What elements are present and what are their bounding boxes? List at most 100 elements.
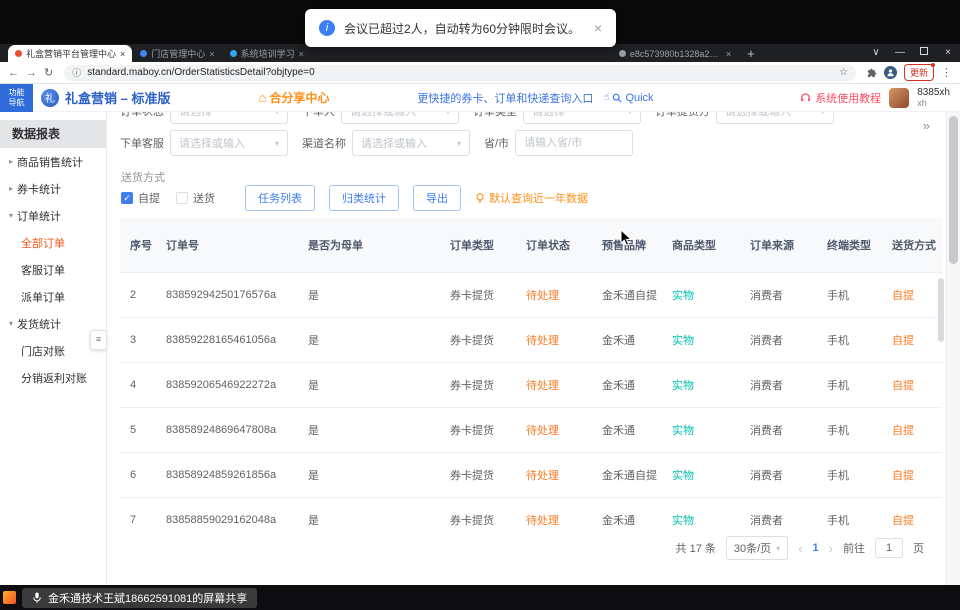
table-cell: 金禾通 <box>592 318 662 363</box>
filter-select[interactable]: 请选择或输入▾ <box>170 130 288 156</box>
category-stats-button[interactable]: 归类统计 <box>329 185 399 211</box>
bookmark-star-icon[interactable]: ☆ <box>839 67 848 78</box>
site-info-icon[interactable]: ⓘ <box>72 66 81 79</box>
sidebar-item-service-orders[interactable]: 客服订单 <box>0 256 106 283</box>
window-controls: ∨ — × <box>864 44 960 62</box>
collapse-filters-icon[interactable]: » <box>923 118 930 133</box>
url-bar[interactable]: ⓘ standard.maboy.cn/OrderStatisticsDetai… <box>64 65 856 81</box>
filter-select[interactable]: 请选择或输入▾ <box>716 112 834 124</box>
forward-icon[interactable]: → <box>26 67 37 79</box>
table-cell: 消费者 <box>740 273 817 318</box>
taskbar-app-icon[interactable] <box>3 591 16 604</box>
share-center-label: 合分享中心 <box>269 89 329 106</box>
goto-page-input[interactable] <box>875 538 903 558</box>
filter-label: 省/市 <box>484 135 509 151</box>
sidebar-item-distribution-rebate[interactable]: 分销返利对账 <box>0 364 106 391</box>
toast-message: 会议已超过2人，自动转为60分钟限时会议。 <box>344 20 580 37</box>
tab-title: 门店管理中心 <box>151 47 205 60</box>
table-cell: 自提 <box>882 408 942 453</box>
reload-icon[interactable]: ↻ <box>44 66 53 79</box>
scrollbar-thumb[interactable] <box>949 116 958 264</box>
checkbox-self-pickup[interactable]: ✓自提 <box>121 190 160 206</box>
page-scrollbar[interactable] <box>946 112 960 585</box>
filter-select[interactable]: 请选择▾ <box>170 112 288 124</box>
tutorial-label: 系统使用教程 <box>815 90 881 106</box>
table-cell: 手机 <box>817 408 882 453</box>
close-icon[interactable]: × <box>594 20 602 36</box>
chevron-down-icon: ▾ <box>9 319 13 328</box>
update-button[interactable]: 更新 <box>904 64 934 81</box>
tab-close-icon[interactable]: × <box>299 49 304 59</box>
tab-close-icon[interactable]: × <box>209 49 214 59</box>
browser-tab[interactable]: e8c573980b1328a258fd2e6il× <box>612 45 738 62</box>
back-icon[interactable]: ← <box>8 67 19 79</box>
quick-search-link[interactable]: ☝ Quick <box>603 92 653 104</box>
new-tab-button[interactable]: + <box>747 46 755 61</box>
task-list-button[interactable]: 任务列表 <box>245 185 315 211</box>
filter-input[interactable] <box>515 130 633 156</box>
table-cell: 83859228165461056a <box>156 318 298 363</box>
browser-tab[interactable]: 门店管理中心 × <box>133 45 221 62</box>
screen-share-pill[interactable]: 金禾通技术王斌18662591081的屏幕共享 <box>22 588 257 608</box>
sidebar-item-label: 派单订单 <box>21 289 65 305</box>
maximize-button[interactable] <box>912 44 936 62</box>
tab-close-icon[interactable]: × <box>120 49 125 59</box>
sidebar-item-label: 发货统计 <box>17 316 61 332</box>
next-page-button[interactable]: › <box>829 541 833 556</box>
profile-avatar-icon[interactable] <box>884 66 897 79</box>
share-center-link[interactable]: ⌂ 合分享中心 <box>258 89 329 106</box>
table-cell: 消费者 <box>740 408 817 453</box>
column-header: 订单类型 <box>440 218 516 273</box>
export-button[interactable]: 导出 <box>413 185 461 211</box>
sidebar-item-label: 商品销售统计 <box>17 154 83 170</box>
table-cell: 实物 <box>662 318 740 363</box>
tab-close-icon[interactable]: × <box>726 49 731 59</box>
promo-link[interactable]: 更快捷的券卡、订单和快递查询入口 <box>417 90 593 106</box>
filter-select[interactable]: 请选择或输入▾ <box>341 112 459 124</box>
quick-label: Quick <box>625 92 653 104</box>
close-button[interactable]: × <box>936 44 960 62</box>
table-cell: 券卡提货 <box>440 498 516 535</box>
current-page[interactable]: 1 <box>813 542 819 554</box>
filter-select[interactable]: 请选择或输入▾ <box>352 130 470 156</box>
filter-row-top: 订单状态请选择▾下单人请选择或输入▾订单类型请选择▾订单提货方请选择或输入▾ <box>120 112 834 124</box>
prev-page-button[interactable]: ‹ <box>798 541 802 556</box>
table-cell: 是 <box>298 363 440 408</box>
chevron-down-icon: ▾ <box>446 112 450 116</box>
chevron-down-icon: ▾ <box>821 112 825 116</box>
checkbox-box[interactable] <box>176 192 188 204</box>
search-icon <box>612 93 622 103</box>
extensions-puzzle-icon[interactable] <box>867 68 877 78</box>
checkbox-label: 送货 <box>193 190 215 206</box>
function-nav-toggle[interactable]: 功能 导航 <box>0 84 33 112</box>
browser-tab[interactable]: 系统培训学习× <box>223 45 311 62</box>
minimize-button[interactable]: — <box>888 44 912 62</box>
browser-tab[interactable]: 礼盒营销平台管理中心× <box>8 45 132 62</box>
checkbox-box[interactable]: ✓ <box>121 192 133 204</box>
checkbox-delivery[interactable]: 送货 <box>176 190 215 206</box>
total-count: 共 17 条 <box>676 540 716 556</box>
table-scrollbar[interactable] <box>938 278 944 342</box>
update-label: 更新 <box>910 66 928 79</box>
menu-kebab-icon[interactable]: ⋮ <box>941 66 952 79</box>
pagination: 共 17 条 30条/页 ▾ ‹ 1 › 前往 页 <box>676 536 924 560</box>
table-cell: 金禾通 <box>592 498 662 535</box>
filter-select[interactable]: 请选择▾ <box>523 112 641 124</box>
sidebar-item-coupon-card-stats[interactable]: ▸券卡统计 <box>0 175 106 202</box>
select-placeholder: 请选择或输入 <box>179 135 245 151</box>
sidebar-item-product-sales-stats[interactable]: ▸商品销售统计 <box>0 148 106 175</box>
sidebar-item-all-orders[interactable]: 全部订单 <box>0 229 106 256</box>
sidebar-item-label: 门店对账 <box>21 343 65 359</box>
sidebar-item-order-stats[interactable]: ▾订单统计 <box>0 202 106 229</box>
table-cell: 待处理 <box>516 453 592 498</box>
user-avatar[interactable] <box>889 88 909 108</box>
chevron-down-icon[interactable]: ∨ <box>864 44 888 62</box>
table-cell: 2 <box>120 273 156 318</box>
page-size-select[interactable]: 30条/页 ▾ <box>726 536 788 560</box>
table-cell: 券卡提货 <box>440 408 516 453</box>
sidebar-item-dispatch-orders[interactable]: 派单订单 <box>0 283 106 310</box>
sidebar-collapse-handle[interactable]: ≡ <box>90 330 107 350</box>
column-header: 订单状态 <box>516 218 592 273</box>
tutorial-link[interactable]: 系统使用教程 <box>800 90 881 106</box>
filter-label: 下单人 <box>302 112 335 119</box>
